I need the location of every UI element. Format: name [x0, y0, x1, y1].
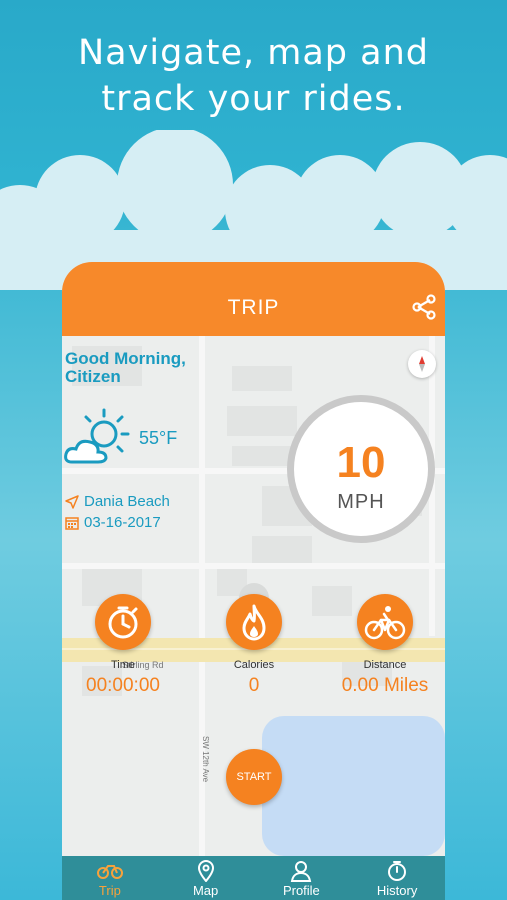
flame-icon [242, 604, 266, 641]
start-button[interactable]: START [226, 749, 282, 805]
speed-unit: MPH [337, 491, 385, 513]
location-text: Dania Beach [84, 493, 170, 510]
tab-map[interactable]: Map [158, 856, 254, 900]
bottom-tab-bar: Trip Map Profile History [62, 856, 445, 900]
share-icon[interactable] [409, 292, 439, 322]
stopwatch-icon [388, 861, 407, 881]
greeting-line-1: Good Morning, [65, 349, 186, 368]
distance-label: Distance [363, 659, 407, 671]
stopwatch-icon [108, 606, 138, 639]
headline-line-2: track your rides. [101, 79, 406, 119]
tab-trip[interactable]: Trip [62, 856, 158, 900]
partly-sunny-icon [64, 408, 130, 464]
distance-stat-button[interactable] [357, 594, 413, 650]
calories-stat-button[interactable] [226, 594, 282, 650]
tab-history[interactable]: History [349, 856, 445, 900]
time-stat-button[interactable] [95, 594, 151, 650]
speedometer: 10 MPH [287, 395, 435, 543]
bike-icon [96, 865, 123, 879]
map-pin-icon [197, 860, 214, 882]
greeting-line-2: Citizen [65, 367, 121, 386]
map-label-avenue: SW 12th Ave [201, 736, 210, 783]
user-icon [291, 861, 312, 882]
location-arrow-icon [65, 494, 79, 509]
time-value: 00:00:00 [86, 675, 160, 696]
headline-line-1: Navigate, map and [78, 33, 429, 73]
phone-screen: TRIP Stirling Rd SW 12th Ave Good Mornin… [62, 262, 445, 900]
top-bar: TRIP [62, 262, 445, 336]
calendar-icon [65, 516, 79, 530]
greeting-text: Good Morning, Citizen [65, 350, 245, 386]
tab-profile[interactable]: Profile [254, 856, 350, 900]
promo-headline: Navigate, map and track your rides. [0, 30, 507, 122]
bicycle-icon [364, 606, 406, 640]
speed-value: 10 [336, 438, 386, 487]
date-text: 03-16-2017 [84, 514, 161, 531]
date-row: 03-16-2017 [65, 514, 161, 531]
tab-trip-label: Trip [98, 883, 121, 898]
calories-value: 0 [248, 675, 260, 696]
tab-profile-label: Profile [282, 883, 320, 898]
compass-button[interactable] [408, 350, 436, 378]
screen-title: TRIP [227, 296, 280, 319]
temperature-text: 55°F [139, 428, 178, 448]
time-label: Time [110, 659, 136, 671]
location-row: Dania Beach [65, 493, 170, 510]
calories-label: Calories [233, 659, 275, 671]
distance-value: 0.00 Miles [341, 675, 429, 696]
tab-history-label: History [376, 883, 418, 898]
compass-icon [419, 356, 425, 372]
tab-map-label: Map [192, 883, 219, 898]
